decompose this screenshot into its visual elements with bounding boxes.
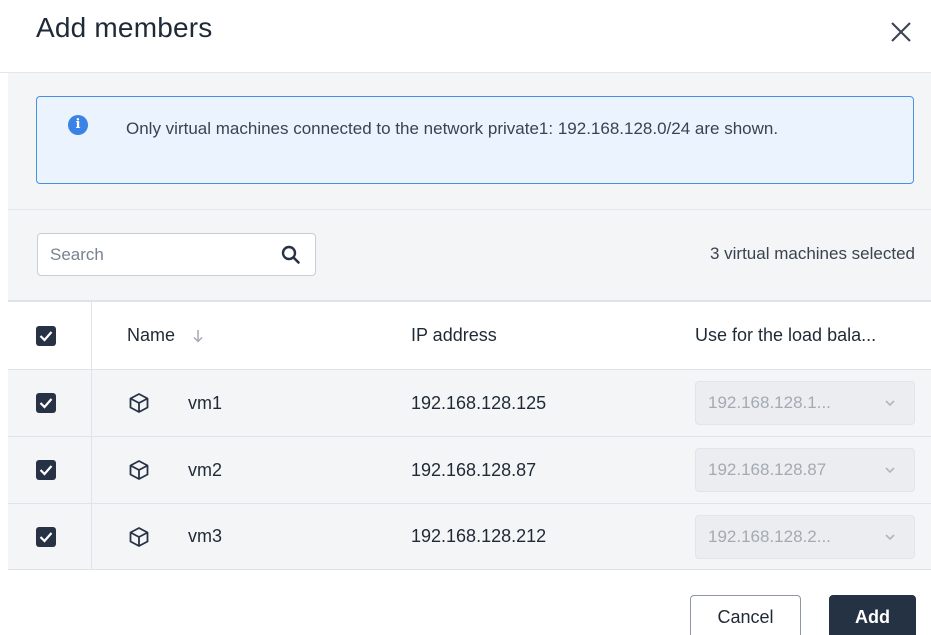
- dialog-header: Add members: [0, 0, 931, 73]
- info-message: Only virtual machines connected to the n…: [126, 119, 779, 138]
- select-all-checkbox[interactable]: [36, 325, 56, 346]
- row-check-cell: [8, 370, 92, 436]
- column-header-name-label: Name: [127, 325, 176, 345]
- dialog-title: Add members: [36, 12, 213, 43]
- checkmark-icon: [39, 531, 53, 543]
- info-icon: i: [68, 115, 88, 135]
- column-header-use[interactable]: Use for the load bala...: [695, 302, 876, 369]
- cube-icon: [129, 460, 149, 480]
- table-row[interactable]: vm2 192.168.128.87 192.168.128.87: [8, 436, 931, 503]
- cube-icon: [129, 526, 149, 547]
- info-section: i Only virtual machines connected to the…: [8, 73, 931, 210]
- vm-ip: 192.168.128.87: [411, 459, 537, 480]
- chevron-down-icon: [885, 400, 895, 407]
- load-balancer-ip-select[interactable]: 192.168.128.2...: [695, 514, 915, 559]
- select-value: 192.168.128.2...: [708, 526, 831, 546]
- table-header-row: Name IP address Use for the load bala...: [8, 300, 931, 369]
- search-input[interactable]: [50, 234, 270, 275]
- table-row[interactable]: vm3 192.168.128.212 192.168.128.2...: [8, 503, 931, 570]
- info-banner: i Only virtual machines connected to the…: [36, 96, 914, 184]
- checkmark-icon: [39, 398, 53, 409]
- selected-count: 3 virtual machines selected: [709, 244, 915, 263]
- chevron-down-icon: [885, 467, 895, 474]
- select-value: 192.168.128.1...: [708, 393, 831, 412]
- cube-icon: [129, 393, 149, 413]
- checkmark-icon: [39, 330, 53, 342]
- vm-ip: 192.168.128.212: [411, 526, 547, 546]
- cancel-button[interactable]: Cancel: [690, 595, 801, 635]
- load-balancer-ip-select[interactable]: 192.168.128.87: [695, 448, 915, 492]
- vm-name-cell: vm1: [127, 370, 222, 436]
- close-icon: [891, 22, 911, 42]
- column-header-ip[interactable]: IP address: [411, 302, 497, 369]
- search-icon[interactable]: [281, 245, 301, 265]
- vm-name: vm2: [188, 459, 223, 480]
- header-check-cell: [8, 302, 92, 369]
- table-toolbar: 3 virtual machines selected: [8, 210, 931, 300]
- vm-table: Name IP address Use for the load bala...: [8, 300, 931, 570]
- search-box[interactable]: [37, 233, 316, 276]
- vm-ip: 192.168.128.125: [411, 392, 547, 413]
- add-button[interactable]: Add: [829, 595, 916, 635]
- row-checkbox[interactable]: [36, 526, 56, 547]
- column-header-name[interactable]: Name: [127, 302, 205, 369]
- row-checkbox[interactable]: [36, 393, 56, 413]
- row-checkbox[interactable]: [36, 460, 56, 480]
- add-members-dialog: Add members i Only virtual machines conn…: [0, 0, 931, 635]
- select-value: 192.168.128.87: [708, 460, 827, 479]
- table-row[interactable]: vm1 192.168.128.125 192.168.128.1...: [8, 369, 931, 436]
- close-button[interactable]: [885, 16, 917, 48]
- vm-name: vm3: [188, 526, 223, 546]
- sort-down-icon[interactable]: [191, 328, 205, 344]
- row-check-cell: [8, 437, 92, 503]
- vm-name: vm1: [188, 392, 223, 413]
- dialog-footer: Cancel Add: [0, 572, 931, 635]
- vm-name-cell: vm2: [127, 437, 222, 503]
- load-balancer-ip-select[interactable]: 192.168.128.1...: [695, 381, 915, 425]
- vm-name-cell: vm3: [127, 504, 222, 569]
- row-check-cell: [8, 504, 92, 569]
- checkmark-icon: [39, 465, 53, 476]
- chevron-down-icon: [885, 533, 895, 540]
